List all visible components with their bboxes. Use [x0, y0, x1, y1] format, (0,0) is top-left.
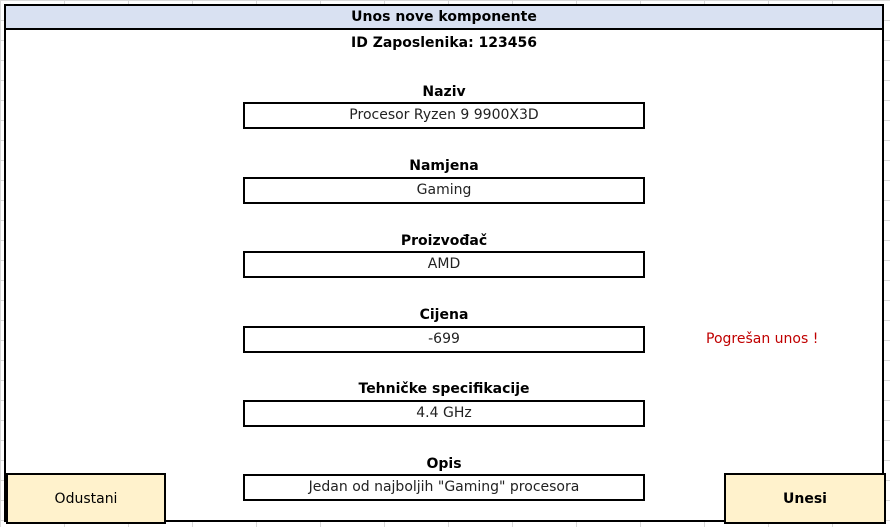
name-label: Naziv	[422, 84, 466, 100]
manufacturer-field[interactable]: AMD	[243, 251, 645, 278]
purpose-label: Namjena	[409, 158, 479, 174]
tech-specs-label: Tehničke specifikacije	[358, 381, 530, 397]
purpose-field[interactable]: Gaming	[243, 177, 645, 204]
price-label: Cijena	[419, 307, 469, 323]
description-field[interactable]: Jedan od najboljih "Gaming" procesora	[243, 474, 645, 501]
manufacturer-label: Proizvođač	[400, 233, 488, 249]
component-entry-form: Unos nove komponente ID Zaposlenika: 123…	[4, 4, 886, 524]
price-field[interactable]: -699	[243, 326, 645, 353]
form-title: Unos nove komponente	[6, 6, 882, 30]
employee-id-label: ID Zaposlenika: 123456	[350, 35, 537, 51]
submit-button[interactable]: Unesi	[724, 473, 886, 524]
price-error-message: Pogrešan unos !	[706, 331, 819, 347]
cancel-button[interactable]: Odustani	[6, 473, 166, 524]
description-label: Opis	[426, 456, 462, 472]
name-field[interactable]: Procesor Ryzen 9 9900X3D	[243, 102, 645, 129]
tech-specs-field[interactable]: 4.4 GHz	[243, 400, 645, 427]
